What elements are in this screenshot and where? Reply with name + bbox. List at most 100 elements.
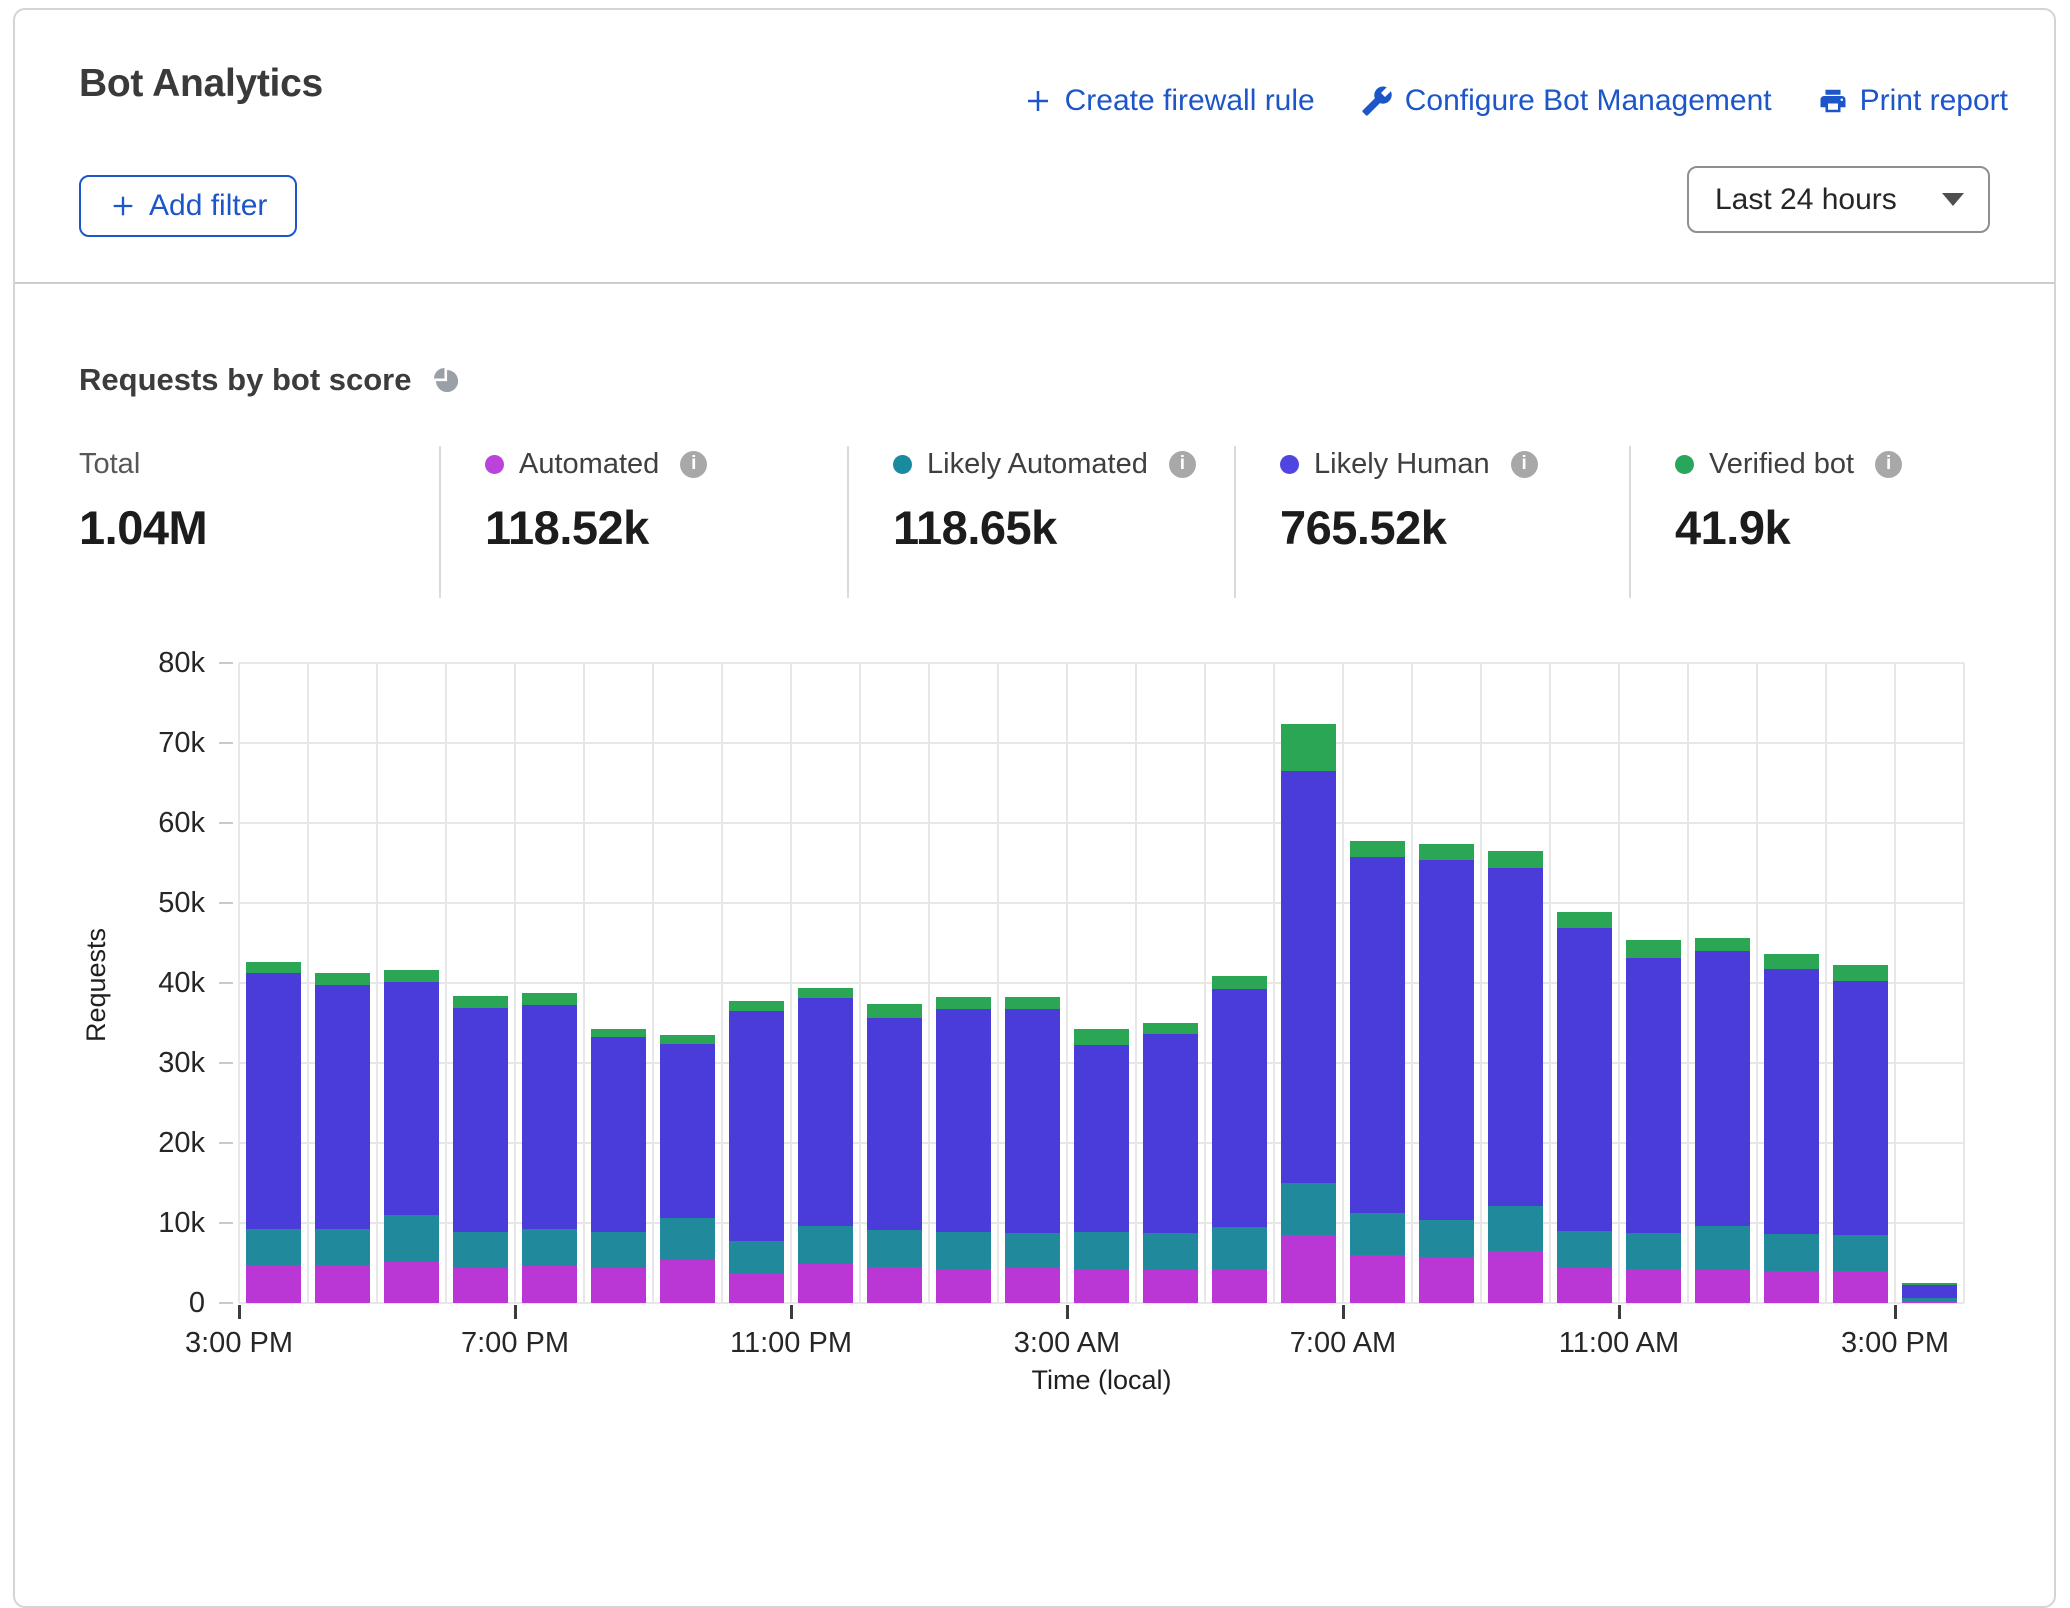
bar-segment-likely-human[interactable] xyxy=(729,1011,784,1241)
bar-segment-likely-human[interactable] xyxy=(798,998,853,1226)
bar-segment-likely-automated[interactable] xyxy=(1143,1233,1198,1270)
print-report-link[interactable]: Print report xyxy=(1818,84,2008,118)
bar-segment-verified-bot[interactable] xyxy=(1695,938,1750,951)
bar[interactable] xyxy=(798,988,853,1303)
bar-segment-likely-human[interactable] xyxy=(867,1018,922,1230)
bar[interactable] xyxy=(1488,851,1543,1303)
bar[interactable] xyxy=(591,1029,646,1303)
bar-segment-automated[interactable] xyxy=(1419,1257,1474,1303)
bar-segment-automated[interactable] xyxy=(1281,1235,1336,1303)
bar-segment-automated[interactable] xyxy=(1902,1301,1957,1303)
bar-segment-likely-automated[interactable] xyxy=(1764,1234,1819,1271)
bar-segment-automated[interactable] xyxy=(1557,1268,1612,1303)
bar[interactable] xyxy=(453,996,508,1303)
bar-segment-verified-bot[interactable] xyxy=(591,1029,646,1038)
bar-segment-verified-bot[interactable] xyxy=(1281,724,1336,771)
bar[interactable] xyxy=(522,993,577,1303)
info-icon[interactable]: i xyxy=(680,451,707,478)
bar[interactable] xyxy=(246,962,301,1303)
bar-segment-likely-automated[interactable] xyxy=(246,1229,301,1265)
bar[interactable] xyxy=(936,997,991,1303)
bar-segment-likely-automated[interactable] xyxy=(936,1232,991,1270)
bar-segment-verified-bot[interactable] xyxy=(1005,997,1060,1008)
bar-segment-verified-bot[interactable] xyxy=(1764,954,1819,968)
bar[interactable] xyxy=(1764,954,1819,1303)
bar-segment-likely-human[interactable] xyxy=(1005,1009,1060,1233)
bar-segment-likely-human[interactable] xyxy=(1212,989,1267,1227)
bar[interactable] xyxy=(1350,841,1405,1303)
bar-segment-automated[interactable] xyxy=(867,1267,922,1303)
bar-segment-automated[interactable] xyxy=(522,1266,577,1303)
bar[interactable] xyxy=(1695,938,1750,1303)
bar[interactable] xyxy=(384,970,439,1303)
bar-segment-verified-bot[interactable] xyxy=(1626,940,1681,958)
time-range-select[interactable]: Last 24 hours xyxy=(1687,166,1990,233)
bar-segment-likely-human[interactable] xyxy=(660,1044,715,1218)
bar-segment-likely-automated[interactable] xyxy=(1419,1220,1474,1258)
bar[interactable] xyxy=(1143,1023,1198,1303)
info-icon[interactable]: i xyxy=(1511,451,1538,478)
bar-segment-likely-human[interactable] xyxy=(1902,1285,1957,1299)
bar-segment-likely-human[interactable] xyxy=(1074,1045,1129,1231)
bar-segment-verified-bot[interactable] xyxy=(1419,844,1474,860)
bar-segment-likely-human[interactable] xyxy=(1626,958,1681,1232)
bar-segment-automated[interactable] xyxy=(1695,1270,1750,1303)
bar-segment-verified-bot[interactable] xyxy=(246,962,301,972)
bar-segment-automated[interactable] xyxy=(1833,1271,1888,1303)
bar[interactable] xyxy=(1902,1283,1957,1303)
bar[interactable] xyxy=(1557,912,1612,1303)
bar-segment-verified-bot[interactable] xyxy=(1143,1023,1198,1034)
bar[interactable] xyxy=(1005,997,1060,1303)
bar-segment-verified-bot[interactable] xyxy=(1212,976,1267,990)
bar-segment-likely-automated[interactable] xyxy=(522,1229,577,1267)
bar-segment-automated[interactable] xyxy=(1626,1269,1681,1303)
create-firewall-rule-link[interactable]: Create firewall rule xyxy=(1023,84,1315,118)
bar-segment-automated[interactable] xyxy=(1212,1269,1267,1303)
bar-segment-verified-bot[interactable] xyxy=(729,1001,784,1011)
bar-segment-automated[interactable] xyxy=(1143,1270,1198,1303)
bar-segment-likely-automated[interactable] xyxy=(1626,1233,1681,1269)
bar-segment-automated[interactable] xyxy=(1005,1268,1060,1303)
bar-segment-likely-automated[interactable] xyxy=(1488,1206,1543,1251)
bar-segment-likely-automated[interactable] xyxy=(798,1226,853,1264)
bar-segment-automated[interactable] xyxy=(591,1268,646,1303)
bar-segment-verified-bot[interactable] xyxy=(1350,841,1405,857)
bar-segment-likely-human[interactable] xyxy=(1833,981,1888,1235)
bar-segment-verified-bot[interactable] xyxy=(315,973,370,984)
bar[interactable] xyxy=(867,1004,922,1303)
bar-segment-likely-human[interactable] xyxy=(1488,868,1543,1206)
bar[interactable] xyxy=(1419,844,1474,1303)
bar-segment-automated[interactable] xyxy=(384,1262,439,1303)
bar-segment-verified-bot[interactable] xyxy=(1557,912,1612,928)
bar[interactable] xyxy=(1833,965,1888,1303)
bar[interactable] xyxy=(1212,976,1267,1303)
bar-segment-likely-automated[interactable] xyxy=(1557,1231,1612,1268)
bar[interactable] xyxy=(1626,940,1681,1303)
bar-segment-likely-automated[interactable] xyxy=(1833,1235,1888,1271)
info-icon[interactable]: i xyxy=(1169,451,1196,478)
bar-segment-likely-automated[interactable] xyxy=(1281,1183,1336,1235)
bar-segment-automated[interactable] xyxy=(315,1265,370,1303)
bar-segment-likely-human[interactable] xyxy=(315,985,370,1229)
bar-segment-verified-bot[interactable] xyxy=(522,993,577,1005)
bar-segment-likely-automated[interactable] xyxy=(384,1215,439,1262)
bar-segment-automated[interactable] xyxy=(1074,1269,1129,1303)
bar-segment-likely-automated[interactable] xyxy=(315,1229,370,1265)
bar[interactable] xyxy=(729,1001,784,1303)
bar-segment-automated[interactable] xyxy=(1488,1251,1543,1303)
bar-segment-verified-bot[interactable] xyxy=(1074,1029,1129,1045)
bar-segment-likely-human[interactable] xyxy=(591,1037,646,1231)
bar[interactable] xyxy=(1281,724,1336,1303)
bar-segment-verified-bot[interactable] xyxy=(660,1035,715,1044)
info-icon[interactable]: i xyxy=(1875,451,1902,478)
bar-segment-likely-human[interactable] xyxy=(1350,857,1405,1214)
bar-segment-automated[interactable] xyxy=(729,1273,784,1303)
bar-segment-automated[interactable] xyxy=(936,1269,991,1303)
bar-segment-likely-automated[interactable] xyxy=(591,1232,646,1268)
bar-segment-automated[interactable] xyxy=(1764,1271,1819,1303)
bar-segment-likely-human[interactable] xyxy=(453,1008,508,1232)
bar-segment-likely-automated[interactable] xyxy=(453,1232,508,1268)
bar-segment-verified-bot[interactable] xyxy=(1488,851,1543,868)
bar-segment-likely-human[interactable] xyxy=(1557,928,1612,1231)
bar-segment-likely-human[interactable] xyxy=(1281,771,1336,1183)
